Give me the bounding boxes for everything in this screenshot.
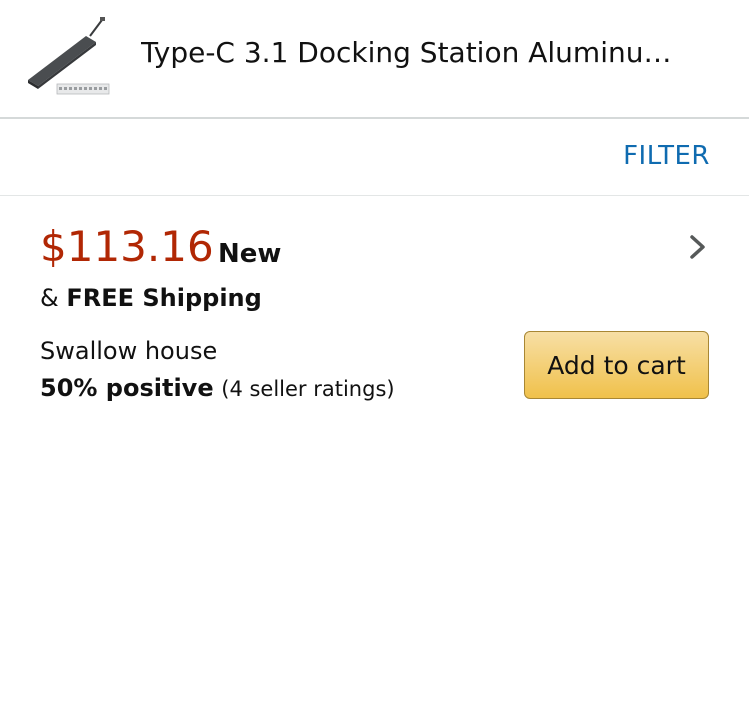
product-header: Type-C 3.1 Docking Station Aluminu… [0,0,749,119]
offer-condition: New [218,239,282,269]
chevron-right-icon[interactable] [687,234,709,260]
seller-name[interactable]: Swallow house [40,337,217,365]
free-shipping-label: FREE Shipping [66,284,262,312]
product-title[interactable]: Type-C 3.1 Docking Station Aluminu… [141,36,701,69]
offer-price: $113.16 [40,222,214,271]
filter-bar: FILTER [0,119,749,196]
seller-rating: 50% positive (4 seller ratings) [40,374,395,402]
filter-button[interactable]: FILTER [623,141,710,171]
shipping-info: & FREE Shipping [40,284,262,312]
shipping-prefix: & [40,284,67,312]
product-thumbnail[interactable] [24,14,112,100]
rating-count: (4 seller ratings) [221,377,395,401]
rating-percent: 50% positive [40,374,214,402]
add-to-cart-button[interactable]: Add to cart [524,331,709,399]
offer-listing[interactable]: $113.16 New & FREE Shipping Swallow hous… [0,196,749,426]
